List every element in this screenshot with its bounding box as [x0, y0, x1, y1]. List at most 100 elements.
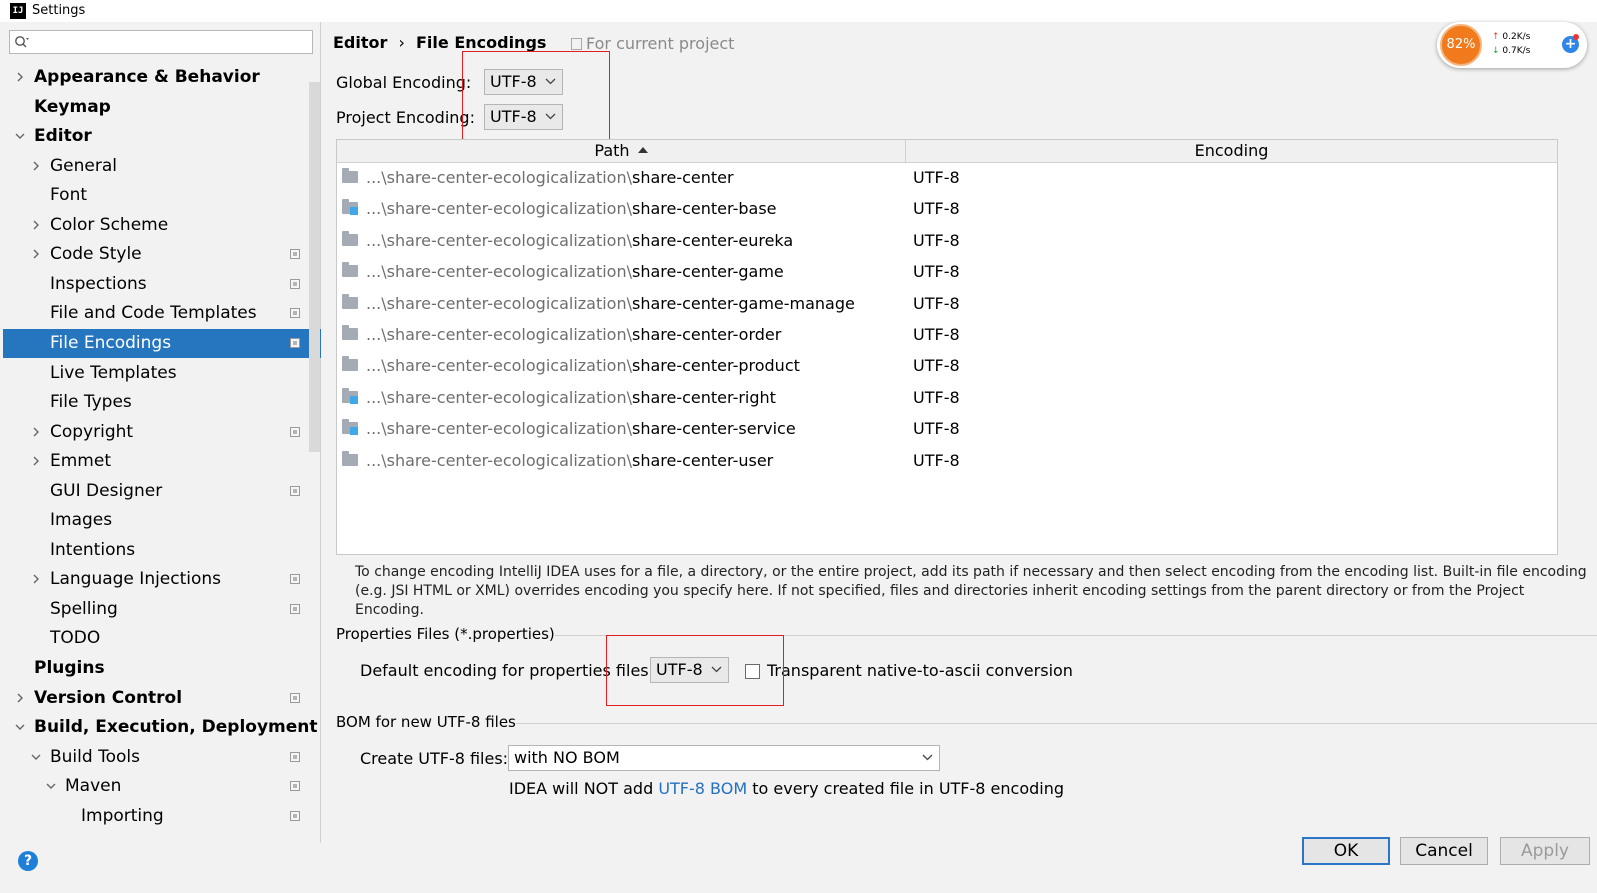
- bom-note-after: to every created file in UTF-8 encoding: [747, 779, 1065, 798]
- upload-speed-value: 0.2K/s: [1502, 32, 1531, 42]
- sidebar-item-label: Build, Execution, Deployment: [34, 717, 318, 738]
- row-encoding[interactable]: UTF-8: [913, 382, 960, 413]
- row-path-name: share-center-right: [632, 387, 776, 407]
- sidebar-item[interactable]: Importing: [3, 802, 321, 831]
- search-input[interactable]: [36, 33, 310, 53]
- chevron-right-icon[interactable]: [31, 220, 41, 230]
- sidebar-item[interactable]: File Encodings: [3, 328, 321, 358]
- table-row[interactable]: ...\share-center-ecologicalization\share…: [337, 319, 1557, 350]
- row-encoding[interactable]: UTF-8: [913, 193, 960, 224]
- row-path-prefix: ...\share-center-ecologicalization\: [366, 356, 632, 376]
- sidebar-scrollbar[interactable]: [309, 82, 320, 452]
- chevron-right-icon[interactable]: [31, 161, 41, 171]
- folder-icon: [342, 230, 358, 246]
- dialog-button-bar: ? OK Cancel Apply: [0, 837, 1597, 893]
- apply-button[interactable]: Apply: [1500, 837, 1590, 865]
- table-row[interactable]: ...\share-center-ecologicalization\share…: [337, 225, 1557, 256]
- chevron-right-icon[interactable]: [31, 574, 41, 584]
- row-encoding[interactable]: UTF-8: [913, 225, 960, 256]
- row-path-name: share-center-base: [632, 199, 777, 219]
- row-encoding[interactable]: UTF-8: [913, 288, 960, 319]
- table-row[interactable]: ...\share-center-ecologicalization\share…: [337, 193, 1557, 224]
- cancel-button[interactable]: Cancel: [1400, 837, 1488, 865]
- module-badge-icon: [350, 395, 358, 404]
- chevron-right-icon[interactable]: [31, 249, 41, 259]
- table-row[interactable]: ...\share-center-ecologicalization\share…: [337, 350, 1557, 381]
- row-path: ...\share-center-ecologicalization\share…: [366, 350, 800, 381]
- folder-icon: [342, 325, 358, 340]
- sidebar-item[interactable]: Plugins: [3, 654, 321, 683]
- chevron-down-icon[interactable]: [46, 781, 56, 791]
- sidebar-item[interactable]: Appearance & Behavior: [3, 63, 321, 92]
- sidebar-item-label: File and Code Templates: [50, 303, 257, 324]
- sidebar-item[interactable]: Images: [3, 506, 321, 535]
- sidebar-item[interactable]: Font: [3, 181, 321, 210]
- sidebar-item-label: Editor: [34, 126, 92, 147]
- sidebar-item[interactable]: Intentions: [3, 536, 321, 565]
- table-row[interactable]: ...\share-center-ecologicalization\share…: [337, 382, 1557, 413]
- sidebar-item[interactable]: Color Scheme: [3, 211, 321, 240]
- table-row[interactable]: ...\share-center-ecologicalization\share…: [337, 162, 1557, 193]
- system-monitor-widget[interactable]: 82% ↑ 0.2K/s ↓ 0.7K/s +: [1437, 22, 1587, 68]
- row-encoding[interactable]: UTF-8: [913, 445, 960, 476]
- sidebar-item-label: Keymap: [34, 96, 111, 117]
- row-encoding[interactable]: UTF-8: [913, 256, 960, 287]
- project-level-icon: [290, 249, 300, 260]
- sidebar-item[interactable]: Spelling: [3, 595, 321, 624]
- row-path-prefix: ...\share-center-ecologicalization\: [366, 199, 632, 219]
- table-row[interactable]: ...\share-center-ecologicalization\share…: [337, 445, 1557, 476]
- sidebar-item[interactable]: General: [3, 152, 321, 181]
- chevron-right-icon[interactable]: [15, 72, 25, 82]
- table-row[interactable]: ...\share-center-ecologicalization\share…: [337, 413, 1557, 444]
- row-path-name: share-center-service: [632, 419, 796, 439]
- folder-icon: [342, 356, 358, 372]
- row-encoding[interactable]: UTF-8: [913, 413, 960, 444]
- sidebar-item[interactable]: Editor: [3, 122, 321, 151]
- sidebar-item-label: Version Control: [34, 687, 183, 708]
- sidebar-item-label: Build Tools: [50, 746, 140, 767]
- sidebar-item[interactable]: Code Style: [3, 240, 321, 269]
- sidebar-item[interactable]: Language Injections: [3, 565, 321, 594]
- sidebar-item[interactable]: Version Control: [3, 684, 321, 713]
- chevron-right-icon[interactable]: [15, 693, 25, 703]
- sidebar-item-label: Code Style: [50, 244, 142, 265]
- sidebar-item[interactable]: File Types: [3, 388, 321, 417]
- sidebar-item[interactable]: Build Tools: [3, 743, 321, 772]
- sidebar-item[interactable]: GUI Designer: [3, 477, 321, 506]
- sidebar-item[interactable]: Emmet: [3, 447, 321, 476]
- sidebar-item[interactable]: File and Code Templates: [3, 299, 321, 328]
- global-encoding-label: Global Encoding:: [336, 73, 472, 92]
- table-header: Path Encoding: [337, 140, 1557, 163]
- sidebar-item[interactable]: Live Templates: [3, 359, 321, 388]
- sidebar-item[interactable]: Keymap: [3, 93, 321, 122]
- create-utf8-select[interactable]: with NO BOM: [508, 745, 940, 771]
- row-path-name: share-center-product: [632, 356, 800, 376]
- row-path-name: share-center-eureka: [632, 230, 794, 250]
- row-encoding[interactable]: UTF-8: [913, 350, 960, 381]
- table-row[interactable]: ...\share-center-ecologicalization\share…: [337, 288, 1557, 319]
- sidebar-item[interactable]: Inspections: [3, 270, 321, 299]
- chevron-right-icon[interactable]: [31, 456, 41, 466]
- chevron-down-icon[interactable]: [31, 752, 41, 762]
- ok-button[interactable]: OK: [1302, 837, 1390, 865]
- sidebar-item[interactable]: TODO: [3, 624, 321, 653]
- row-encoding[interactable]: UTF-8: [913, 162, 960, 193]
- search-box[interactable]: [9, 30, 313, 54]
- project-level-icon: [290, 574, 300, 585]
- sidebar-item[interactable]: Maven: [3, 772, 321, 801]
- chevron-down-icon[interactable]: [15, 131, 25, 141]
- column-header-path[interactable]: Path: [337, 140, 906, 162]
- transparent-conversion-label[interactable]: Transparent native-to-ascii conversion: [767, 660, 1073, 682]
- column-header-encoding[interactable]: Encoding: [906, 140, 1557, 162]
- chevron-down-icon[interactable]: [15, 722, 25, 732]
- table-row[interactable]: ...\share-center-ecologicalization\share…: [337, 256, 1557, 287]
- sidebar-item[interactable]: Copyright: [3, 418, 321, 447]
- chevron-right-icon[interactable]: [31, 427, 41, 437]
- row-encoding[interactable]: UTF-8: [913, 319, 960, 350]
- utf8-bom-link[interactable]: UTF-8 BOM: [658, 779, 747, 798]
- search-icon: [15, 36, 29, 48]
- sidebar-item[interactable]: Build, Execution, Deployment: [3, 713, 321, 742]
- module-badge-icon: [350, 207, 358, 216]
- sidebar-item-label: Importing: [81, 805, 164, 826]
- help-button[interactable]: ?: [18, 851, 38, 871]
